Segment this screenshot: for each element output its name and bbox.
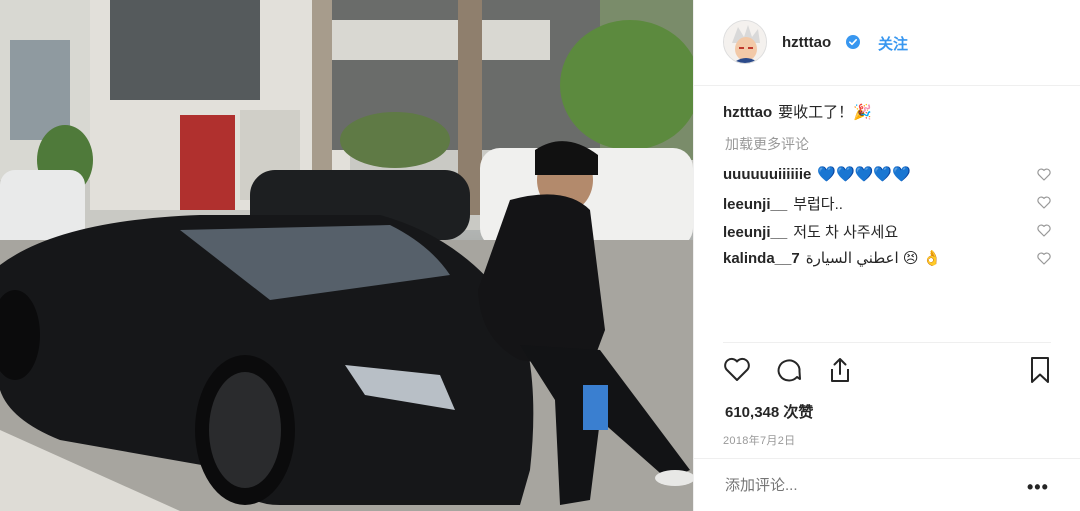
post-image — [0, 0, 693, 511]
avatar[interactable] — [723, 20, 767, 64]
post-username[interactable]: hztttao — [782, 34, 831, 51]
heart-small-icon[interactable] — [1037, 196, 1051, 209]
comment-username[interactable]: kalinda__7 — [723, 250, 800, 267]
comment-item: uuuuuuiiiiiie 💙💙💙💙💙 — [723, 165, 911, 183]
add-comment-input[interactable] — [725, 477, 1015, 494]
more-options-icon[interactable]: ••• — [1027, 477, 1049, 498]
comment-username[interactable]: leeunji__ — [723, 224, 787, 241]
comment-item: leeunji__ 저도 차 사주세요 — [723, 221, 898, 242]
comment-text: 부럽다.. — [793, 196, 843, 213]
comment-item: leeunji__ 부럽다.. — [723, 193, 843, 214]
follow-button[interactable]: 关注 — [878, 33, 908, 54]
comment-username[interactable]: leeunji__ — [723, 196, 787, 213]
bookmark-icon[interactable] — [1025, 355, 1055, 385]
comment-icon[interactable] — [774, 355, 804, 385]
post-caption: hztttao 要收工了！🎉 — [723, 101, 872, 122]
comment-item: kalinda__7 اعطني السيارة 😣 👌 — [723, 249, 941, 267]
caption-username[interactable]: hztttao — [723, 104, 772, 121]
heart-icon[interactable] — [722, 355, 752, 385]
load-more-comments-button[interactable]: 加载更多评论 — [725, 134, 809, 154]
share-icon[interactable] — [825, 355, 855, 385]
comment-text: 저도 차 사주세요 — [793, 224, 899, 241]
divider — [694, 458, 1080, 459]
post-date[interactable]: 2018年7月2日 — [723, 432, 795, 448]
post-header: hztttao 关注 — [694, 0, 1080, 86]
divider — [723, 342, 1051, 343]
post-photo[interactable] — [0, 0, 693, 511]
verified-badge-icon — [846, 35, 860, 49]
caption-text: 要收工了！🎉 — [778, 104, 872, 121]
avatar-image — [724, 21, 766, 63]
heart-small-icon[interactable] — [1037, 252, 1051, 265]
comment-username[interactable]: uuuuuuiiiiiie — [723, 166, 811, 183]
comment-text: 💙💙💙💙💙 — [817, 166, 911, 183]
like-count[interactable]: 610,348 次赞 — [725, 401, 813, 422]
comment-text: اعطني السيارة 😣 👌 — [805, 250, 942, 267]
heart-small-icon[interactable] — [1037, 224, 1051, 237]
heart-small-icon[interactable] — [1037, 168, 1051, 181]
post-side-panel: hztttao 关注 hztttao 要收工了！🎉 加载更多评论 uuuuuuii… — [693, 0, 1080, 511]
